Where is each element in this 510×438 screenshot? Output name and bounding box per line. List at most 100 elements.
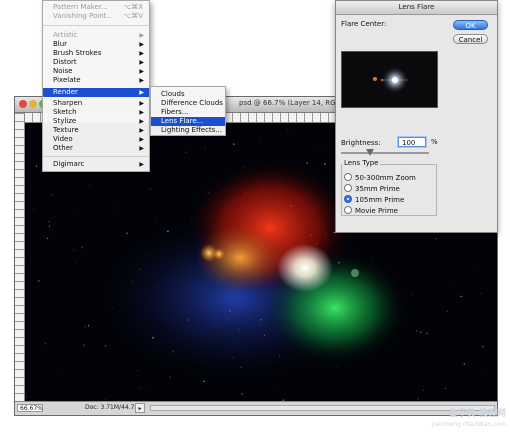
status-menu-arrow-icon[interactable]: ▸	[135, 403, 145, 413]
menu-shortcut: ⌥⌘V	[123, 12, 143, 20]
star-dot	[78, 214, 79, 216]
menu-item-distort[interactable]: Distort ▶	[43, 58, 149, 67]
star-dot	[84, 326, 87, 328]
menu-item-label: Artistic	[53, 31, 78, 39]
submenu-arrow-icon: ▶	[139, 136, 144, 143]
star-dot	[306, 162, 308, 164]
star-dot	[185, 151, 187, 153]
star-dot	[258, 137, 260, 138]
menu-item-video[interactable]: Video ▶	[43, 135, 149, 144]
submenu-item-difference-clouds[interactable]: Difference Clouds	[151, 99, 225, 108]
submenu-arrow-icon: ▶	[139, 32, 144, 39]
vertical-ruler[interactable]	[15, 113, 25, 401]
lens-flare-dialog: Lens Flare Flare Center: OK Cancel Brigh…	[335, 0, 498, 233]
minimize-window-button[interactable]	[29, 100, 37, 108]
star-dot	[44, 342, 47, 345]
menu-item-sketch[interactable]: Sketch ▶	[43, 108, 149, 117]
star-dot	[232, 143, 235, 145]
star-dot	[203, 380, 205, 383]
submenu-arrow-icon: ▶	[139, 77, 144, 84]
star-dot	[81, 246, 84, 249]
watermark-logo: 查字典 教程网	[448, 409, 506, 419]
submenu-arrow-icon: ▶	[139, 109, 144, 116]
cancel-button[interactable]: Cancel	[453, 34, 488, 44]
star-dot	[435, 238, 437, 240]
menu-item-noise[interactable]: Noise ▶	[43, 67, 149, 76]
render-submenu: Clouds Difference Clouds Fibers... Lens …	[150, 86, 226, 136]
star-dot	[48, 225, 51, 227]
star-dot	[416, 330, 418, 332]
star-dot	[155, 221, 157, 223]
star-dot	[318, 150, 319, 152]
submenu-arrow-icon: ▶	[139, 118, 144, 125]
star-dot	[51, 194, 53, 196]
radio-button[interactable]	[344, 206, 352, 214]
zoom-level-field[interactable]: 66.67%	[17, 404, 43, 412]
menu-item-stylize[interactable]: Stylize ▶	[43, 117, 149, 126]
menu-item-digimarc[interactable]: Digimarc ▶	[43, 160, 149, 169]
menu-item-vanishing-point[interactable]: Vanishing Point... ⌥⌘V	[43, 12, 149, 21]
star-dot	[463, 363, 466, 365]
menu-item-label: Digimarc	[53, 160, 85, 168]
star-dot	[75, 261, 77, 263]
star-dot	[88, 185, 91, 187]
menu-item-render[interactable]: Render ▶	[43, 88, 149, 97]
menu-item-other[interactable]: Other ▶	[43, 144, 149, 153]
star-dot	[446, 310, 448, 312]
star-dot	[448, 281, 450, 283]
brightness-unit: %	[431, 138, 438, 146]
star-dot	[410, 294, 412, 296]
menu-item-pattern-maker[interactable]: Pattern Maker... ⌥⌘X	[43, 3, 149, 12]
star-dot	[337, 366, 339, 367]
star-dot	[48, 221, 50, 222]
lens-option-50-300mm-zoom[interactable]: 50-300mm Zoom	[344, 173, 416, 182]
star-dot	[149, 188, 151, 191]
menu-item-label: Brush Strokes	[53, 49, 102, 57]
brightness-slider[interactable]	[341, 152, 429, 154]
star-dot	[137, 370, 139, 372]
submenu-item-lens-flare[interactable]: Lens Flare...	[151, 117, 225, 126]
submenu-item-lighting-effects[interactable]: Lighting Effects...	[151, 126, 225, 135]
submenu-arrow-icon: ▶	[139, 41, 144, 48]
menu-item-label: Distort	[53, 58, 77, 66]
submenu-arrow-icon: ▶	[139, 100, 144, 107]
star-dot	[105, 398, 107, 400]
menu-item-sharpen[interactable]: Sharpen ▶	[43, 99, 149, 108]
star-dot	[126, 232, 128, 234]
submenu-item-clouds[interactable]: Clouds	[151, 90, 225, 99]
star-dot	[55, 222, 56, 223]
radio-button[interactable]	[344, 195, 352, 203]
lens-option-35mm-prime[interactable]: 35mm Prime	[344, 184, 400, 193]
radio-button[interactable]	[344, 184, 352, 192]
star-dot	[426, 332, 428, 334]
flare-center-preview[interactable]	[341, 51, 438, 108]
menu-item-brush-strokes[interactable]: Brush Strokes ▶	[43, 49, 149, 58]
star-dot	[195, 192, 197, 194]
document-title: psd @ 66.7% (Layer 14, RGB/8)	[239, 99, 350, 107]
brightness-input[interactable]: 100	[398, 137, 426, 147]
lens-option-movie-prime[interactable]: Movie Prime	[344, 206, 398, 215]
star-dot	[444, 387, 446, 389]
ok-button[interactable]: OK	[453, 20, 488, 30]
menu-item-artistic[interactable]: Artistic ▶	[43, 31, 149, 40]
submenu-item-fibers[interactable]: Fibers...	[151, 108, 225, 117]
lens-type-label: Lens Type	[342, 159, 381, 167]
flare-preview-image	[342, 52, 437, 107]
close-window-button[interactable]	[19, 100, 27, 108]
star-dot	[241, 392, 244, 395]
star-dot	[73, 249, 75, 251]
menu-item-label: Pixelate	[53, 76, 81, 84]
radio-button[interactable]	[344, 173, 352, 181]
submenu-arrow-icon: ▶	[139, 145, 144, 152]
star-dot	[38, 280, 40, 282]
menu-item-blur[interactable]: Blur ▶	[43, 40, 149, 49]
star-dot	[31, 191, 32, 192]
menu-item-texture[interactable]: Texture ▶	[43, 126, 149, 135]
lens-option-105mm-prime[interactable]: 105mm Prime	[344, 195, 404, 204]
star-dot	[405, 238, 406, 239]
star-dot	[460, 295, 462, 298]
brightness-slider-thumb[interactable]	[366, 149, 375, 156]
menu-item-pixelate[interactable]: Pixelate ▶	[43, 76, 149, 85]
menu-item-label: Sharpen	[53, 99, 83, 107]
lens-option-label: 105mm Prime	[355, 196, 405, 204]
